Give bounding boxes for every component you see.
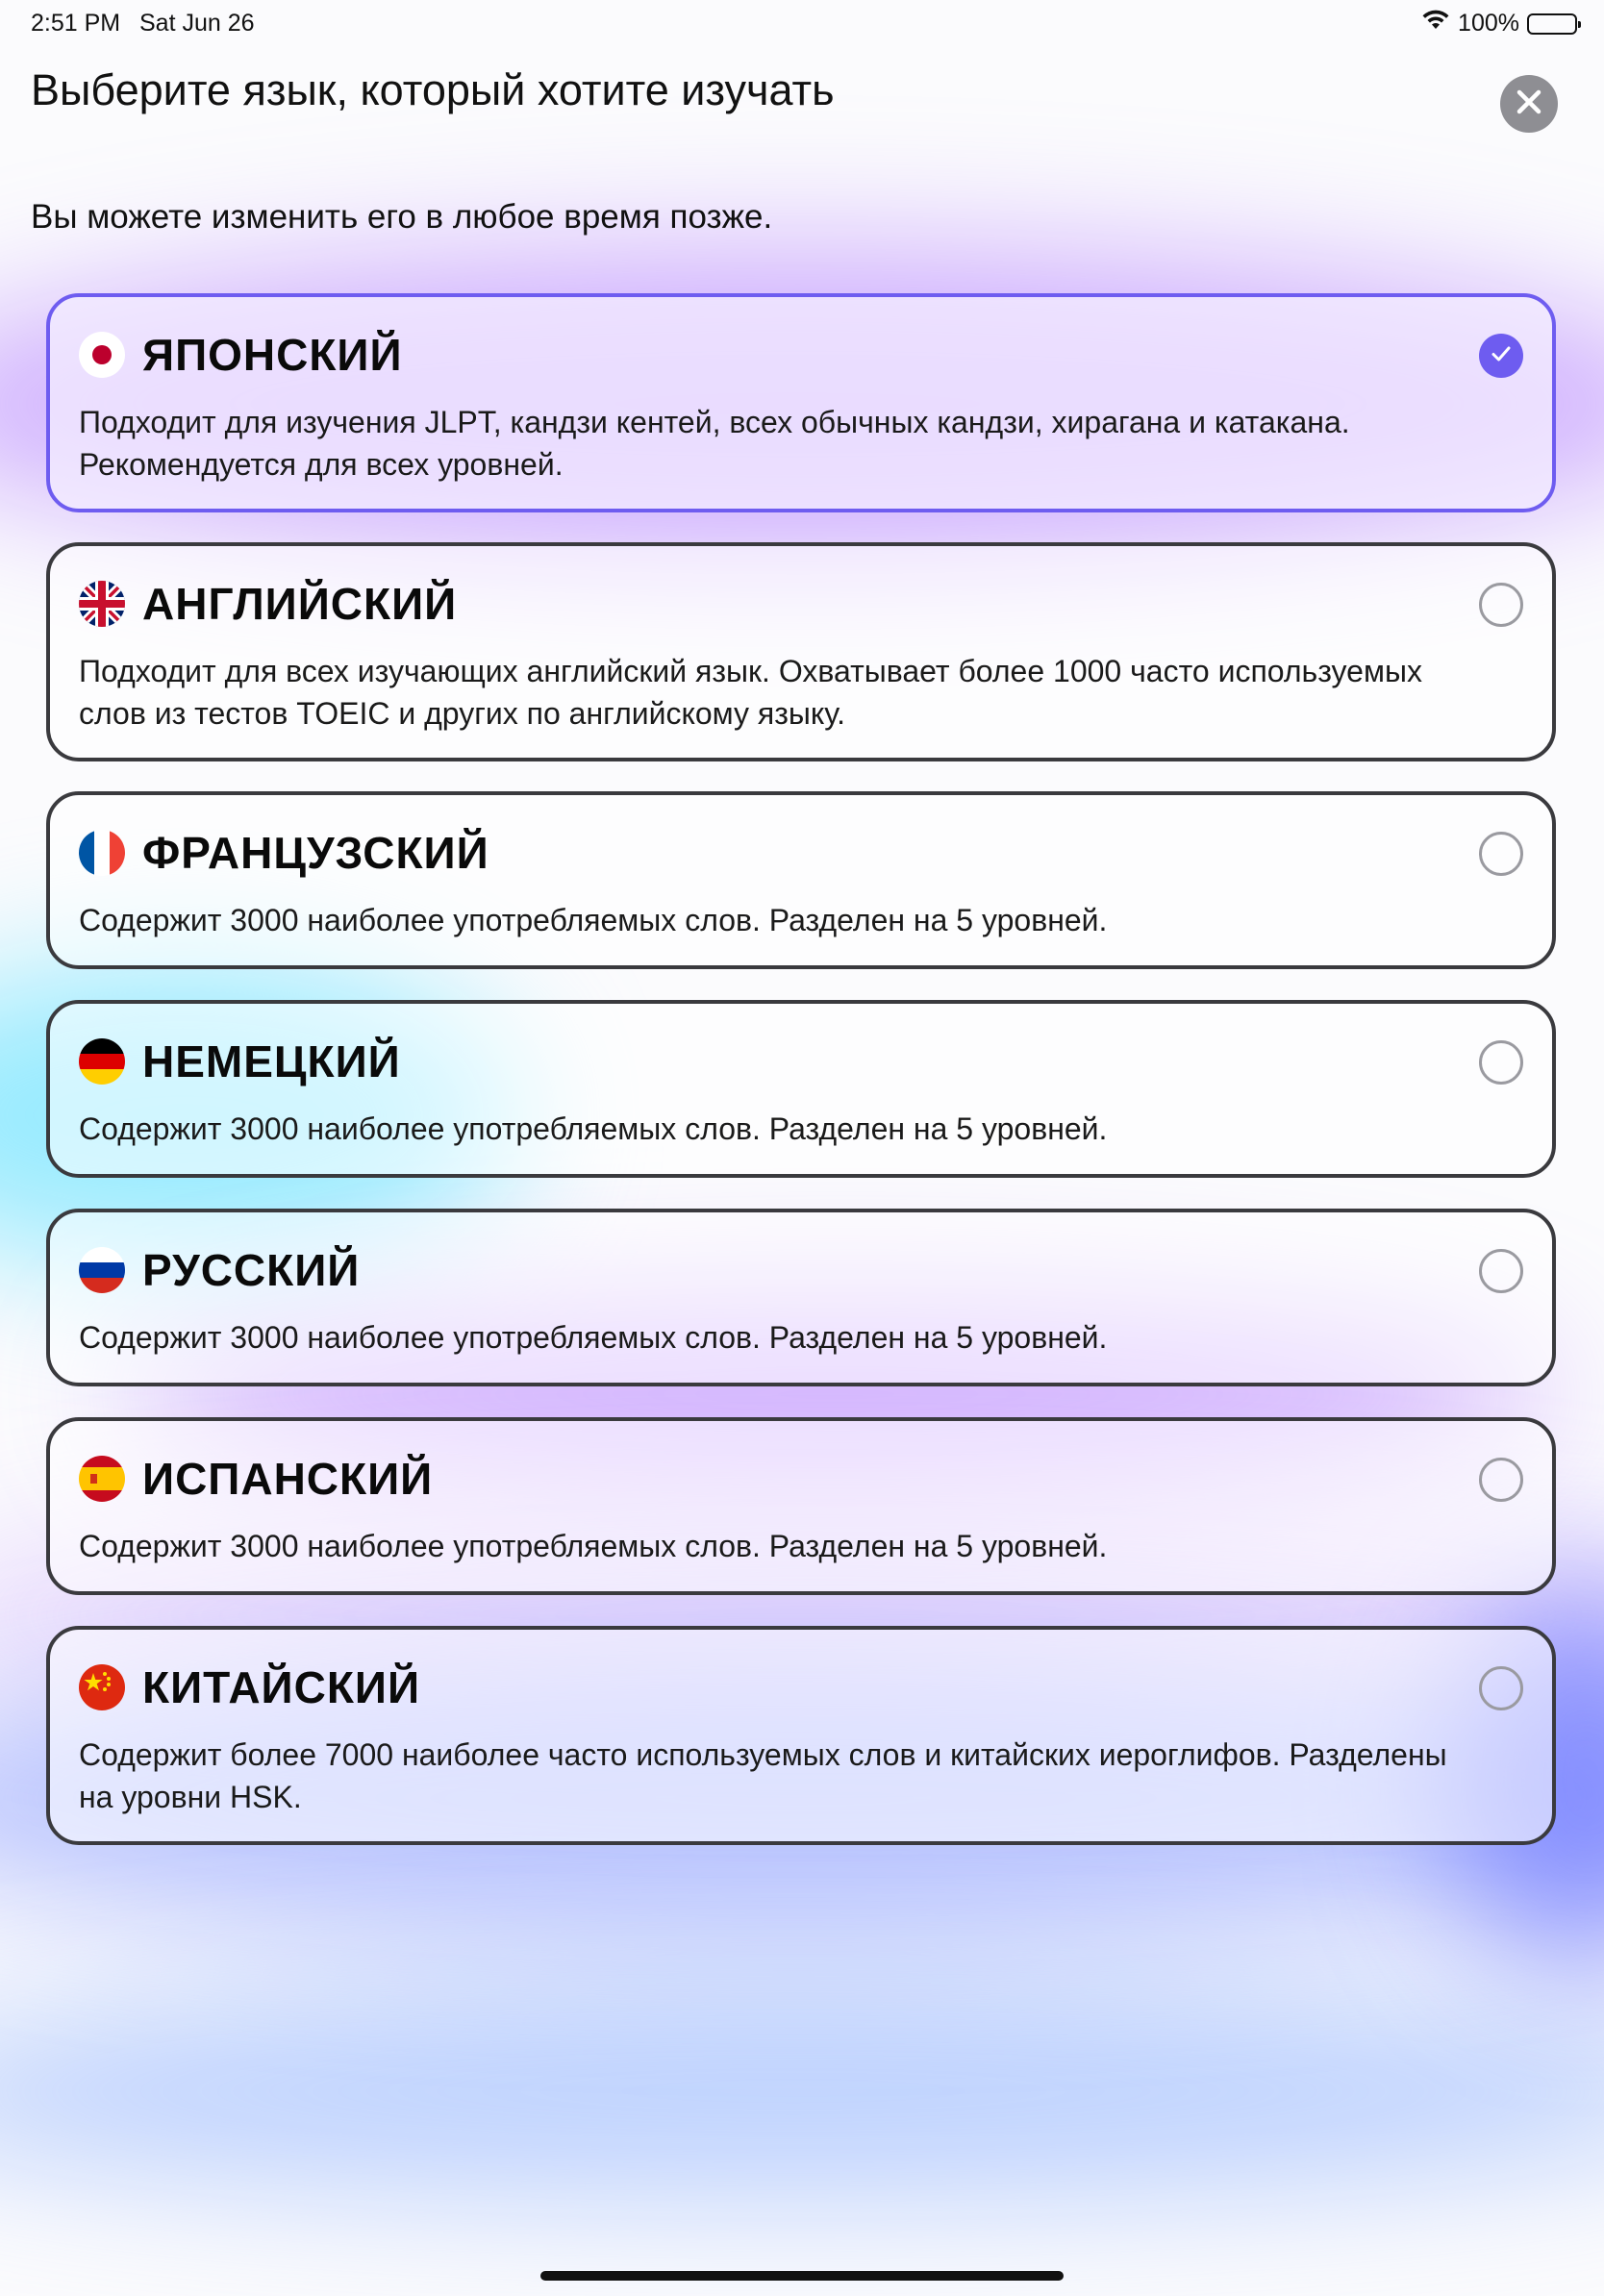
status-time: 2:51 PM	[31, 10, 121, 37]
language-name: РУССКИЙ	[142, 1245, 361, 1295]
language-name: ИСПАНСКИЙ	[142, 1454, 434, 1504]
battery-percent: 100%	[1458, 10, 1519, 37]
language-description: Содержит 3000 наиболее употребляемых сло…	[79, 1320, 1108, 1355]
page-title: Выберите язык, который хотите изучать	[31, 65, 835, 114]
language-description: Подходит для изучения JLPT, кандзи кенте…	[79, 405, 1350, 482]
radio-button[interactable]	[1479, 1666, 1523, 1710]
language-name: НЕМЕЦКИЙ	[142, 1036, 401, 1086]
radio-button[interactable]	[1479, 583, 1523, 627]
language-description: Содержит 3000 наиболее употребляемых сло…	[79, 903, 1108, 937]
language-name: ФРАНЦУЗСКИЙ	[142, 828, 489, 878]
wifi-icon	[1421, 10, 1450, 37]
battery-icon	[1527, 12, 1581, 35]
language-card-german[interactable]: НЕМЕЦКИЙ Содержит 3000 наиболее употребл…	[46, 1000, 1556, 1178]
radio-button[interactable]	[1479, 1458, 1523, 1502]
radio-button[interactable]	[1479, 832, 1523, 876]
germany-flag-icon	[79, 1038, 125, 1085]
radio-button[interactable]	[1479, 1249, 1523, 1293]
language-card-russian[interactable]: РУССКИЙ Содержит 3000 наиболее употребля…	[46, 1209, 1556, 1386]
checkmark-icon	[1489, 341, 1514, 371]
language-description: Подходит для всех изучающих английский я…	[79, 654, 1422, 731]
language-name: КИТАЙСКИЙ	[142, 1662, 421, 1712]
status-bar: 2:51 PM Sat Jun 26 100%	[0, 0, 1604, 46]
status-date: Sat Jun 26	[139, 10, 255, 37]
language-description: Содержит 3000 наиболее употребляемых сло…	[79, 1111, 1108, 1146]
language-card-english[interactable]: АНГЛИЙСКИЙ Подходит для всех изучающих а…	[46, 542, 1556, 761]
home-indicator[interactable]	[540, 2271, 1064, 2281]
subtitle: Вы можете изменить его в любое время поз…	[31, 198, 773, 236]
japan-flag-icon	[79, 332, 125, 378]
language-name: АНГЛИЙСКИЙ	[142, 579, 458, 629]
close-icon	[1516, 89, 1541, 119]
radio-button[interactable]	[1479, 1040, 1523, 1085]
language-description: Содержит более 7000 наиболее часто испол…	[79, 1737, 1447, 1814]
language-card-chinese[interactable]: КИТАЙСКИЙ Содержит более 7000 наиболее ч…	[46, 1626, 1556, 1845]
language-card-spanish[interactable]: ИСПАНСКИЙ Содержит 3000 наиболее употреб…	[46, 1417, 1556, 1595]
china-flag-icon	[79, 1664, 125, 1710]
language-card-french[interactable]: ФРАНЦУЗСКИЙ Содержит 3000 наиболее употр…	[46, 791, 1556, 969]
close-button[interactable]	[1500, 75, 1558, 133]
russia-flag-icon	[79, 1247, 125, 1293]
radio-button-selected[interactable]	[1479, 334, 1523, 378]
spain-flag-icon	[79, 1456, 125, 1502]
france-flag-icon	[79, 830, 125, 876]
language-name: ЯПОНСКИЙ	[142, 330, 403, 380]
uk-flag-icon	[79, 581, 125, 627]
language-card-japanese[interactable]: ЯПОНСКИЙ Подходит для изучения JLPT, кан…	[46, 293, 1556, 512]
language-description: Содержит 3000 наиболее употребляемых сло…	[79, 1529, 1108, 1563]
